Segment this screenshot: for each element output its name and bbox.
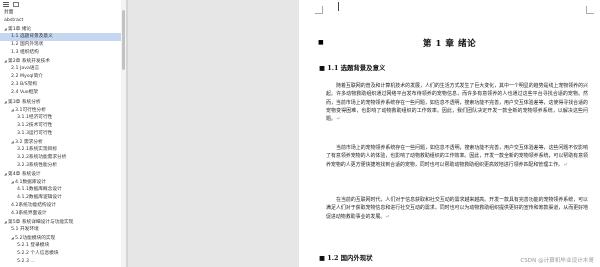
outline-item[interactable]: 1.2 国内外现状 <box>0 41 126 49</box>
text-cursor <box>338 2 339 11</box>
paragraph-mark: ↵ <box>335 116 341 123</box>
chapter-title: 第 1 章 绪论 <box>422 39 477 49</box>
navigation-pane: 封面 abstract ◢第1章 绪论 1.1 选题背景及意义 1.2 国内外现状 1.3… <box>0 0 126 267</box>
outline-item[interactable]: 5.2.3 ... <box>0 258 126 266</box>
paragraph: 当前市场上的宠物领养系统存在一些问题，如信息不透明，搜索功能不完善，用户交互体验… <box>326 144 588 169</box>
outline-item-label: 3.2.2系统功能需求分析 <box>17 154 67 160</box>
outline-item-label: 5.2.2 个人信息模块 <box>17 251 59 257</box>
outline-item-label: 3.2.3系统性能分析 <box>17 162 58 168</box>
outline-item-label: 2.1 Java语言 <box>11 66 40 72</box>
paragraph: 随着互联网的普及和计算机技术的发展，人们的生活方式发生了巨大变化，其中一个明显的… <box>326 82 588 124</box>
outline-item[interactable]: ◢第3章 系统分析 <box>0 98 126 106</box>
outline-item-label: 5.2功能模块的实现 <box>15 236 56 242</box>
outline-item[interactable]: 5.2.2 个人信息模块 <box>0 250 126 258</box>
outline-item-label: 5.2.1 登录模块 <box>17 243 50 249</box>
outline-item-label: 4.1.1数据库概念设计 <box>17 187 62 193</box>
outline-list: 封面 abstract ◢第1章 绪论 1.1 选题背景及意义 1.2 国内外现状 1.3… <box>0 9 126 267</box>
outline-item-label: 1.3 组织结构 <box>11 50 39 56</box>
outline-item[interactable]: ◢5.2功能模块的实现 <box>0 234 126 242</box>
watermark: CSDN @计算机毕业设计木哥 <box>520 258 594 264</box>
outline-item-label: 4.1.2数据库逻辑设计 <box>17 195 62 201</box>
heading-bullet: ■ <box>319 254 326 262</box>
outline-item-label: 4.3系统界面设计 <box>11 211 47 217</box>
outline-item[interactable]: 2.2 Mysql简介 <box>0 73 126 81</box>
outline-item-label: 1.2 国内外现状 <box>11 42 44 48</box>
outline-item-label: 3.1.2技术可行性 <box>17 122 53 128</box>
outline-item-label: 5.1 开发环境 <box>11 227 39 233</box>
outline-item[interactable]: 1.1 选题背景及意义 <box>0 33 126 42</box>
outline-item[interactable]: ◢3.2 需求分析 <box>0 138 126 146</box>
outline-item[interactable]: ◢4.1数据库设计 <box>0 178 126 186</box>
paragraph-text: 随着互联网的普及和计算机技术的发展，人们的生活方式发生了巨大变化，其中一个明显的… <box>326 83 588 123</box>
outline-item-label: 第1章 绪论 <box>8 27 32 33</box>
pane-splitter[interactable] <box>126 0 128 267</box>
outline-item[interactable]: 5.2.1 登录模块 <box>0 242 126 250</box>
outline-item[interactable]: 3.1.3运行可行性 <box>0 130 126 138</box>
outline-item-label: 5.2.3 ... <box>17 259 35 265</box>
outline-item[interactable]: 2.4 Vue框架 <box>0 89 126 97</box>
outline-item-label: 3.2 需求分析 <box>15 139 43 145</box>
heading-bullet: ■ <box>319 64 326 72</box>
outline-item-label: 2.4 Vue框架 <box>11 90 39 96</box>
outline-item[interactable]: 3.2.2系统功能需求分析 <box>0 154 126 162</box>
outline-item[interactable]: ◢第5章 系统详细设计与功能实现 <box>0 218 126 226</box>
outline-item-label: 3.1.1经济可行性 <box>17 114 53 120</box>
outline-item[interactable]: 1.3 组织结构 <box>0 49 126 57</box>
outline-item-label: 3.1.3运行可行性 <box>17 130 53 136</box>
section-title-text: 1.2 国内外现状 <box>327 254 373 262</box>
outline-item[interactable]: ◢第4章 系统设计 <box>0 170 126 178</box>
nav-scrollbar-thumb[interactable] <box>122 10 125 70</box>
paragraph-mark: ↵ <box>385 213 390 220</box>
outline-item-label: 封面 <box>4 10 14 15</box>
headings-view-icon[interactable] <box>3 2 9 7</box>
section-title: ■ 1.2 国内外现状 <box>319 253 373 262</box>
paragraph-text: 在当前的互联网时代，人们对于信息获取和社交互动的需求越来越高。开发一款具有完善功… <box>326 197 588 220</box>
outline-item[interactable]: 封面 <box>0 9 126 17</box>
document-page[interactable]: ■ 第 1 章 绪论 ■ 1.1 选题背景及意义 随着互联网的普及和计算机技术的… <box>299 0 600 267</box>
section-title-text: 1.1 选题背景及意义 <box>327 64 386 72</box>
pages-view-icon[interactable] <box>13 2 19 7</box>
outline-item[interactable]: 3.1.2技术可行性 <box>0 122 126 130</box>
outline-item-label: abstract <box>4 18 24 24</box>
paragraph-text: 当前市场上的宠物领养系统存在一些问题，如信息不透明，搜索功能不完善，用户交互体验… <box>326 145 588 168</box>
outline-item[interactable]: 4.1.2数据库逻辑设计 <box>0 194 126 202</box>
outline-item[interactable]: abstract <box>0 17 126 25</box>
section-title: ■ 1.1 选题背景及意义 <box>319 63 385 72</box>
outline-item[interactable]: ◢3.1可行性分析 <box>0 106 126 114</box>
outline-item-label: 1.1 选题背景及意义 <box>11 34 53 40</box>
outline-item[interactable]: ◢第1章 绪论 <box>0 25 126 33</box>
outline-item-label: 4.2系统功能结构设计 <box>11 203 56 209</box>
outline-item[interactable]: 4.3系统界面设计 <box>0 210 126 218</box>
page-corner-mark <box>586 6 594 14</box>
outline-item-label: 2.2 Mysql简介 <box>11 74 43 80</box>
outline-item[interactable]: 2.1 Java语言 <box>0 65 126 73</box>
paragraph: 在当前的互联网时代，人们对于信息获取和社交互动的需求越来越高。开发一款具有完善功… <box>326 196 588 221</box>
outline-item-label: 第3章 系统分析 <box>8 99 41 105</box>
paragraph-mark: ↵ <box>563 161 568 168</box>
outline-item[interactable]: 2.3 B/S架构 <box>0 81 126 89</box>
nav-toolbar <box>0 0 126 9</box>
outline-item[interactable]: 5.1 开发环境 <box>0 226 126 234</box>
outline-item[interactable]: 3.2.3系统性能分析 <box>0 162 126 170</box>
page-corner-mark <box>315 6 323 14</box>
outline-item[interactable]: ◢第2章 系统开发技术 <box>0 57 126 65</box>
outline-item-label: 3.1可行性分析 <box>15 107 46 113</box>
outline-item-label: 第4章 系统设计 <box>8 171 41 177</box>
outline-item[interactable]: 3.1.1经济可行性 <box>0 114 126 122</box>
outline-item[interactable]: 3.2.1系统实现目标 <box>0 146 126 154</box>
outline-item-label: 2.3 B/S架构 <box>11 82 38 88</box>
outline-item-label: 3.2.1系统实现目标 <box>17 146 58 152</box>
outline-item-label: 第5章 系统详细设计与功能实现 <box>8 220 74 226</box>
outline-item[interactable]: 4.2系统功能结构设计 <box>0 202 126 210</box>
outline-item-label: 第2章 系统开发技术 <box>8 59 50 65</box>
outline-item-label: 4.1数据库设计 <box>15 179 46 185</box>
outline-item[interactable]: 4.1.1数据库概念设计 <box>0 186 126 194</box>
